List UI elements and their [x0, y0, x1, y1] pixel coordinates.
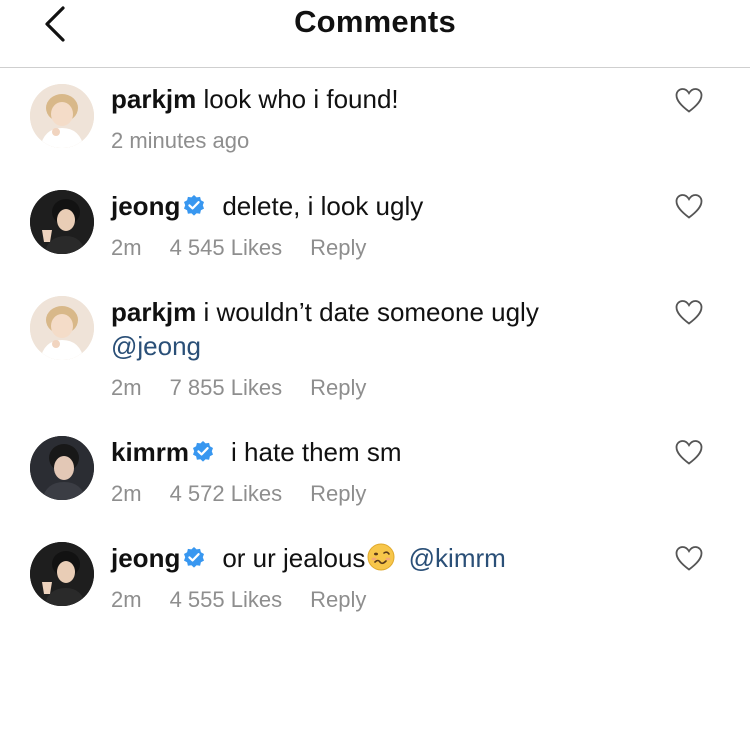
comment-message: delete, i look ugly	[222, 191, 424, 221]
comment-text: kimrm i hate them sm	[111, 435, 631, 469]
heart-icon[interactable]	[674, 86, 704, 114]
comment-meta: 2m 4 555 Likes Reply	[111, 587, 394, 613]
comment-meta: 2m 4 572 Likes Reply	[111, 481, 394, 507]
reply-button[interactable]: Reply	[310, 375, 366, 400]
avatar[interactable]	[30, 190, 94, 254]
avatar[interactable]	[30, 542, 94, 606]
comment-username[interactable]: parkjm	[111, 297, 196, 327]
woozy-face-emoji-icon	[367, 543, 395, 571]
comment-username[interactable]: jeong	[111, 191, 180, 221]
comment-text: jeong delete, i look ugly	[111, 189, 631, 223]
reply-button[interactable]: Reply	[310, 235, 366, 260]
mention-link[interactable]: @jeong	[111, 331, 201, 361]
comment-text: parkjm look who i found!	[111, 82, 631, 116]
comment-likes[interactable]: 4 555 Likes	[170, 587, 283, 612]
comment-message: i wouldn’t date someone ugly	[203, 297, 539, 327]
verified-badge-icon	[184, 195, 205, 216]
heart-icon[interactable]	[674, 298, 704, 326]
comment-likes[interactable]: 7 855 Likes	[170, 375, 283, 400]
verified-badge-icon	[193, 441, 214, 462]
comment-time: 2m	[111, 587, 142, 612]
comment-time: 2m	[111, 375, 142, 400]
comment-username[interactable]: parkjm	[111, 84, 196, 114]
comment-message: i hate them sm	[231, 437, 402, 467]
avatar[interactable]	[30, 84, 94, 148]
heart-icon[interactable]	[674, 544, 704, 572]
comment-time: 2m	[111, 481, 142, 506]
comment-meta: 2m 7 855 Likes Reply	[111, 375, 394, 401]
comment-message: or ur jealous	[222, 543, 366, 573]
heart-icon[interactable]	[674, 192, 704, 220]
comment-likes[interactable]: 4 572 Likes	[170, 481, 283, 506]
comment-time: 2m	[111, 235, 142, 260]
reply-button[interactable]: Reply	[310, 481, 366, 506]
page-title: Comments	[294, 4, 456, 39]
mention-link[interactable]: @kimrm	[409, 543, 506, 573]
verified-badge-icon	[184, 547, 205, 568]
comment-username[interactable]: jeong	[111, 543, 180, 573]
avatar[interactable]	[30, 436, 94, 500]
header-bar: Comments	[0, 0, 750, 68]
comment-text: jeong or ur jealous @kimrm	[111, 541, 631, 575]
heart-icon[interactable]	[674, 438, 704, 466]
comment-text: parkjm i wouldn’t date someone ugly @jeo…	[111, 295, 631, 363]
avatar[interactable]	[30, 296, 94, 360]
reply-button[interactable]: Reply	[310, 587, 366, 612]
comment-likes[interactable]: 4 545 Likes	[170, 235, 283, 260]
comment-message: look who i found!	[203, 84, 399, 114]
comment-meta: 2m 4 545 Likes Reply	[111, 235, 394, 261]
comment-meta: 2 minutes ago	[111, 128, 277, 154]
comment-username[interactable]: kimrm	[111, 437, 189, 467]
comment-time: 2 minutes ago	[111, 128, 250, 153]
